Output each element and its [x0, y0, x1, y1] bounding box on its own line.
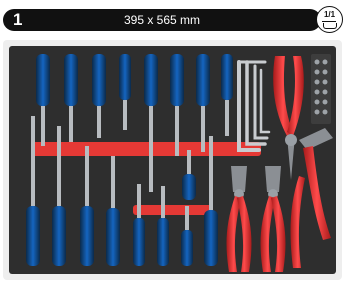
tray-size-badge: 1/1 [316, 6, 343, 33]
badge-label: 1/1 [323, 10, 336, 19]
tool-tray-photo [3, 40, 342, 280]
tray-icon [323, 23, 337, 29]
header-bar: 1 395 x 565 mm [3, 9, 321, 31]
red-foam-channel [31, 142, 261, 156]
tool-tray-illustration [3, 40, 342, 280]
badge-divider [322, 21, 336, 22]
red-foam-channel-lower [133, 205, 213, 215]
tray-dimensions: 395 x 565 mm [123, 13, 201, 27]
drawer-header: 1 395 x 565 mm 1/1 [0, 6, 345, 34]
bit-rack [311, 54, 331, 124]
